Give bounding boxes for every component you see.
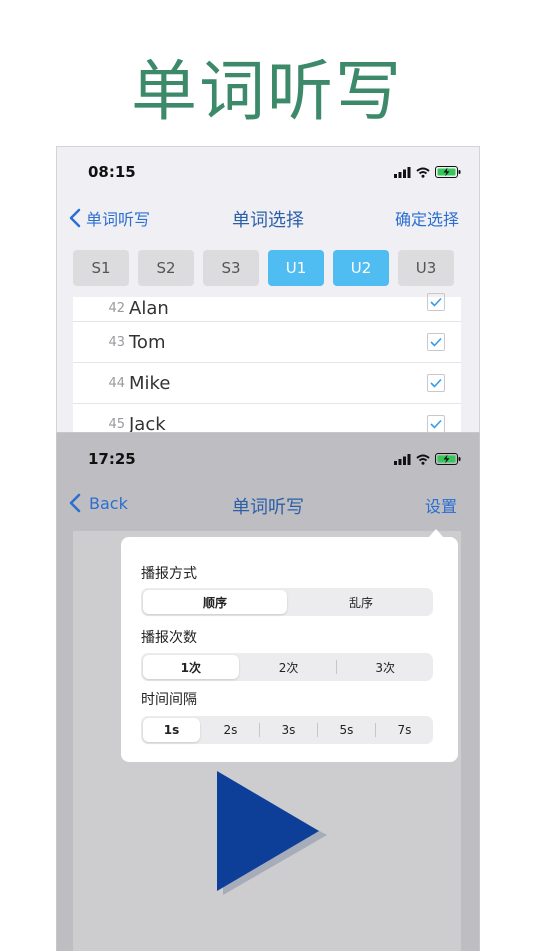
- signal-icon: [394, 166, 411, 178]
- word-number: 42: [108, 300, 125, 316]
- checkbox-icon[interactable]: [427, 415, 445, 433]
- wifi-icon: [416, 454, 430, 465]
- play-button[interactable]: [215, 771, 327, 901]
- settings-button[interactable]: 设置: [425, 493, 457, 517]
- count-option-2[interactable]: 2次: [241, 655, 337, 679]
- checkbox-icon[interactable]: [427, 293, 445, 311]
- page-title: 单词听写: [232, 497, 304, 518]
- navigation-bar: Back 单词听写 设置: [57, 493, 479, 523]
- wifi-icon: [416, 167, 430, 178]
- unit-tab[interactable]: U3: [398, 250, 454, 286]
- word-list: 42 Alan 43 Tom 44 Mike 45 Jack: [73, 293, 461, 437]
- list-item[interactable]: 44 Mike: [73, 363, 461, 404]
- unit-tab[interactable]: S2: [138, 250, 194, 286]
- word-text: Alan: [129, 297, 169, 319]
- interval-label: 时间间隔: [141, 692, 197, 708]
- count-label: 播报次数: [141, 630, 197, 646]
- interval-option-2s[interactable]: 2s: [202, 718, 259, 742]
- unit-tab[interactable]: U1: [268, 250, 324, 286]
- status-icons: [394, 453, 461, 465]
- unit-selector: S1 S2 S3 U1 U2 U3: [73, 250, 454, 286]
- status-icons: [394, 166, 461, 178]
- interval-option-7s[interactable]: 7s: [376, 718, 433, 742]
- mode-segmented-control: 顺序 乱序: [141, 588, 433, 616]
- settings-popover: 播报方式 顺序 乱序 播报次数 1次 2次 3次 时间间隔 1s 2s 3s 5…: [121, 537, 458, 762]
- confirm-button[interactable]: 确定选择: [395, 206, 459, 230]
- play-icon: [217, 771, 327, 895]
- headline: 单词听写: [131, 53, 403, 130]
- status-time: 17:25: [88, 450, 136, 468]
- word-number: 45: [108, 416, 125, 432]
- status-time: 08:15: [88, 163, 136, 181]
- list-item[interactable]: 42 Alan: [73, 293, 461, 322]
- word-number: 43: [108, 334, 125, 350]
- unit-tab[interactable]: S1: [73, 250, 129, 286]
- word-select-screen: 08:15 单词听写 单词选择 确定选择 S1 S2 S3 U1 U2 U3 4…: [56, 146, 480, 437]
- count-segmented-control: 1次 2次 3次: [141, 653, 433, 681]
- interval-option-3s[interactable]: 3s: [260, 718, 317, 742]
- interval-segmented-control: 1s 2s 3s 5s 7s: [141, 716, 433, 744]
- navigation-bar: 单词听写 单词选择 确定选择: [57, 206, 479, 236]
- battery-charging-icon: [435, 453, 461, 465]
- interval-option-5s[interactable]: 5s: [318, 718, 375, 742]
- checkbox-icon[interactable]: [427, 374, 445, 392]
- list-item[interactable]: 43 Tom: [73, 322, 461, 363]
- unit-tab[interactable]: U2: [333, 250, 389, 286]
- signal-icon: [394, 453, 411, 465]
- word-text: Tom: [129, 331, 166, 353]
- dictation-screen: 17:25 Back 单词听写 设置 播报方式 顺序 乱序 播报次数 1次 2次: [56, 432, 480, 951]
- word-number: 44: [108, 375, 125, 391]
- count-option-1[interactable]: 1次: [143, 655, 239, 679]
- count-option-3[interactable]: 3次: [337, 655, 433, 679]
- interval-option-1s[interactable]: 1s: [143, 718, 200, 742]
- mode-option-random[interactable]: 乱序: [289, 590, 433, 614]
- checkbox-icon[interactable]: [427, 333, 445, 351]
- battery-charging-icon: [435, 166, 461, 178]
- unit-tab[interactable]: S3: [203, 250, 259, 286]
- mode-option-sequential[interactable]: 顺序: [143, 590, 287, 614]
- word-text: Mike: [129, 372, 171, 394]
- mode-label: 播报方式: [141, 566, 197, 582]
